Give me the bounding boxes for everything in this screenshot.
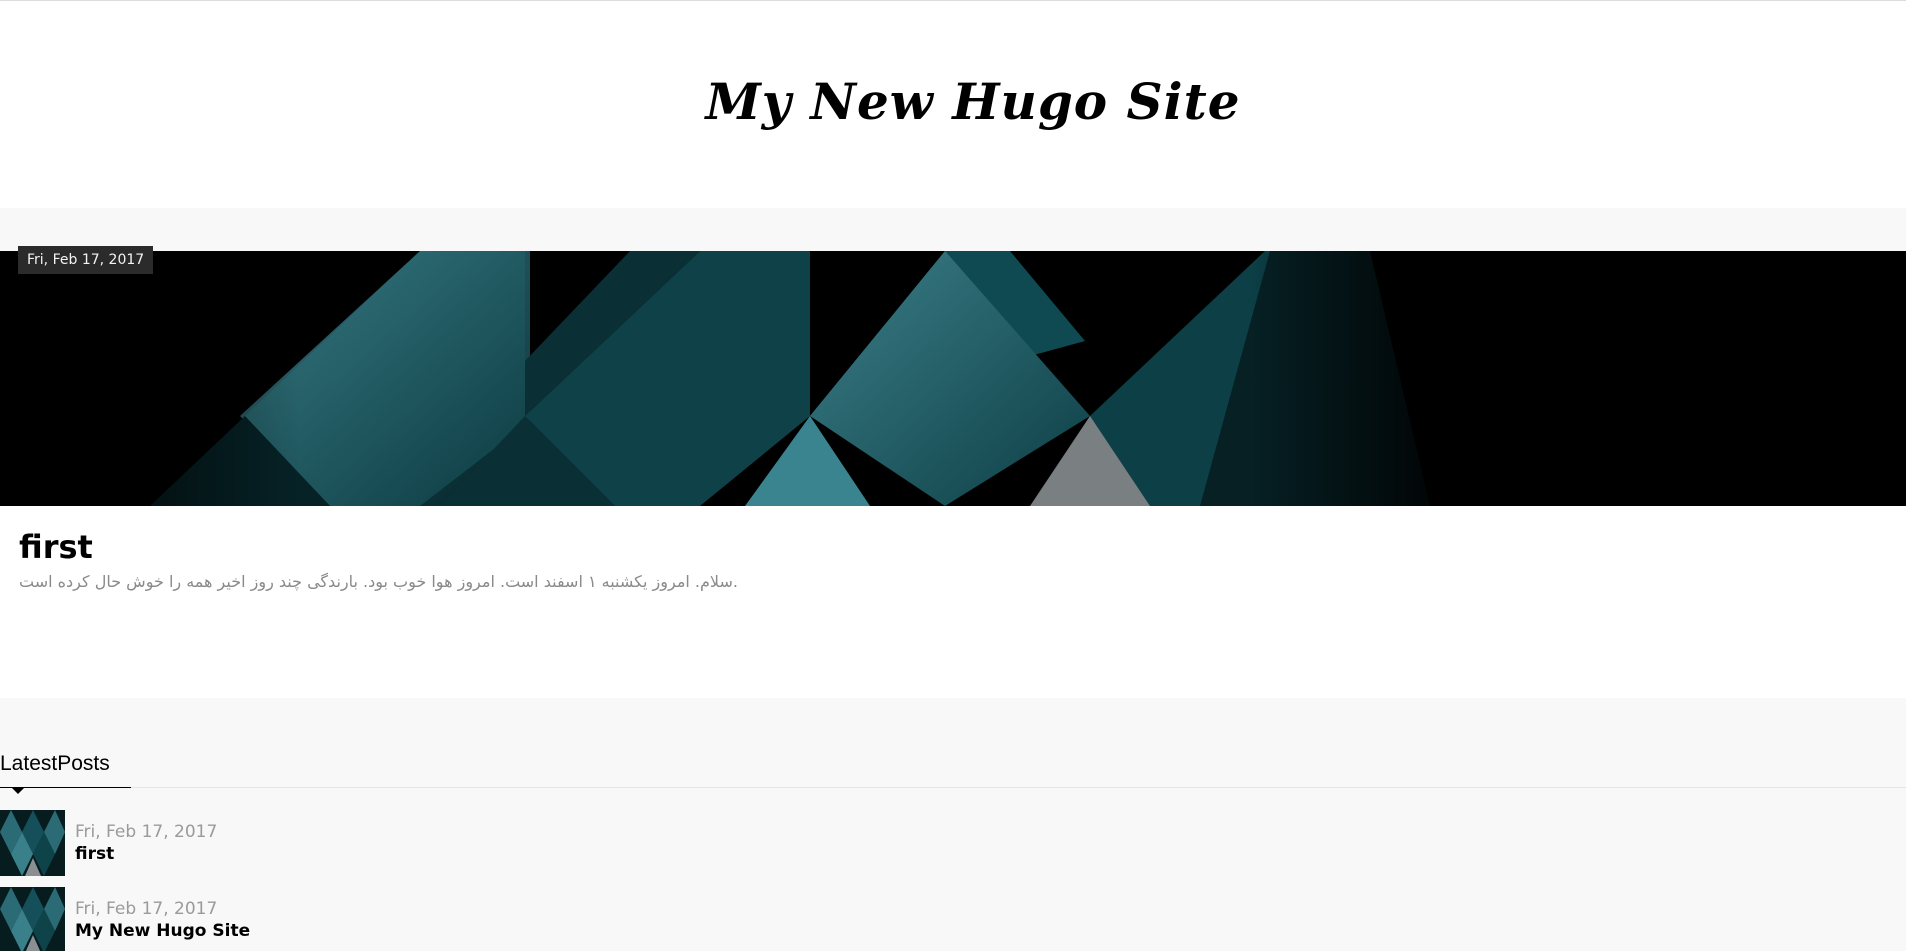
thumbnail-art [0, 810, 65, 876]
latest-posts-section: LatestPosts Fri, Feb 17, 2017 first Fri,… [0, 698, 1906, 951]
latest-posts-divider [131, 787, 1906, 788]
post-date: Fri, Feb 17, 2017 [75, 899, 218, 919]
caret-down-icon [12, 788, 24, 794]
thumbnail-art [0, 887, 65, 951]
latest-posts-heading: LatestPosts [0, 752, 110, 775]
header-spacer [0, 208, 1906, 251]
latest-post-item[interactable]: Fri, Feb 17, 2017 My New Hugo Site [0, 887, 900, 951]
post-title-link[interactable]: first [75, 844, 114, 864]
featured-post-title[interactable]: first [19, 528, 93, 566]
latest-post-item[interactable]: Fri, Feb 17, 2017 first [0, 810, 900, 876]
post-title-link[interactable]: My New Hugo Site [75, 921, 250, 941]
featured-date-badge: Fri, Feb 17, 2017 [18, 246, 154, 274]
featured-post-excerpt: سلام. امروز یکشنبه ۱ اسفند است. امروز هو… [19, 572, 738, 591]
site-header: My New Hugo Site [0, 1, 1906, 208]
featured-post-image[interactable] [0, 251, 1906, 506]
post-thumbnail[interactable] [0, 887, 65, 951]
site-title-link[interactable]: My New Hugo Site [705, 72, 1240, 131]
post-date: Fri, Feb 17, 2017 [75, 822, 218, 842]
post-thumbnail[interactable] [0, 810, 65, 876]
featured-image-art [0, 251, 1906, 506]
